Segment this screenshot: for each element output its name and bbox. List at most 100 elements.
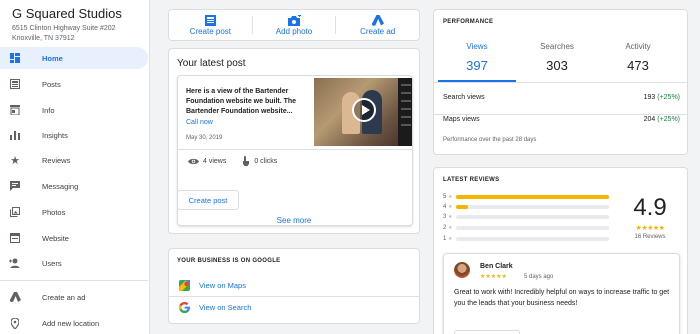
maps-views-value: 204 <box>643 116 656 123</box>
sidebar-item-website[interactable]: Website <box>0 227 148 249</box>
insights-bar-icon <box>0 130 30 140</box>
active-tab-indicator <box>438 80 516 82</box>
star-icon: ★ <box>448 225 453 231</box>
performance-card: PERFORMANCE Views 397 Searches 303 Activ… <box>433 9 688 155</box>
sidebar-item-label: Posts <box>42 79 61 89</box>
rating-bar-4: 4 ★ <box>443 203 609 211</box>
business-on-google-title: YOUR BUSINESS IS ON GOOGLE <box>177 258 281 264</box>
average-rating-stars: ★★★★★ <box>635 225 665 232</box>
google-maps-icon <box>177 279 191 291</box>
review-stars: ★★★★★ <box>480 274 507 280</box>
sidebar-item-label: Users <box>42 258 62 268</box>
post-date: May 30, 2019 <box>186 135 223 141</box>
add-photo-label: Add photo <box>275 27 313 36</box>
rating-bar-fill <box>456 195 609 199</box>
create-post-button[interactable]: Create post <box>177 190 239 210</box>
sidebar-item-photos[interactable]: Photos <box>0 201 148 223</box>
sidebar-item-insights[interactable]: Insights <box>0 124 148 146</box>
tab-value: 397 <box>466 58 488 73</box>
sidebar-item-add-location[interactable]: Add new location <box>0 312 148 334</box>
post-video-thumbnail[interactable] <box>314 78 412 146</box>
sidebar-item-label: Create an ad <box>42 292 86 302</box>
sidebar-item-home[interactable]: Home <box>0 47 148 69</box>
eye-icon <box>188 158 199 164</box>
rating-bar-3: 3 ★ <box>443 213 609 221</box>
star-icon: ★ <box>448 236 453 242</box>
post-call-now-link[interactable]: Call now <box>186 119 213 126</box>
sidebar-item-reviews[interactable]: ★ Reviews <box>0 149 148 171</box>
review-item: Ben Clark ★★★★★ 5 days ago Great to work… <box>443 253 680 334</box>
view-on-maps-link[interactable]: View on Maps <box>177 276 413 294</box>
review-text: Great to work with! Incredibly helpful o… <box>454 289 670 307</box>
tab-value: 303 <box>546 58 568 73</box>
tab-views[interactable]: Views 397 <box>439 42 515 73</box>
business-name: G Squared Studios <box>12 6 122 21</box>
message-icon <box>0 181 30 191</box>
business-address: 6515 Clinton Highway Suite #202 Knoxvill… <box>12 25 116 42</box>
view-on-maps-label: View on Maps <box>199 280 246 290</box>
star-icon: ★ <box>448 204 453 210</box>
add-photo-icon <box>287 14 301 27</box>
info-store-icon <box>0 105 30 115</box>
sidebar-item-label: Insights <box>42 130 68 140</box>
sidebar-item-posts[interactable]: Posts <box>0 73 148 95</box>
latest-post-card: Your latest post Here is a view of the B… <box>168 48 420 234</box>
rating-bar-1: 1 ★ <box>443 235 609 243</box>
tab-value: 473 <box>627 58 649 73</box>
post-stats: 4 views 0 clicks <box>188 156 293 166</box>
view-on-search-link[interactable]: View on Search <box>177 298 413 316</box>
business-on-google-card: YOUR BUSINESS IS ON GOOGLE View on Maps … <box>168 248 420 324</box>
performance-title: PERFORMANCE <box>443 19 494 25</box>
create-post-action[interactable]: Create post <box>169 10 252 40</box>
sidebar-item-label: Website <box>42 233 69 243</box>
search-views-label: Search views <box>443 94 485 101</box>
sidebar-item-label: Info <box>42 105 55 115</box>
google-ads-icon <box>0 292 30 302</box>
star-icon: ★ <box>448 214 453 220</box>
photos-icon <box>0 207 30 217</box>
touch-click-icon <box>243 156 250 166</box>
rating-bar-fill <box>456 205 469 209</box>
post-clicks: 0 clicks <box>254 157 278 165</box>
sidebar: G Squared Studios 6515 Clinton Highway S… <box>0 0 150 334</box>
review-time: 5 days ago <box>524 274 554 280</box>
post-text: Here is a view of the Bartender Foundati… <box>186 88 297 115</box>
star-icon: ★ <box>10 154 20 167</box>
home-dashboard-icon <box>0 53 30 63</box>
sidebar-item-label: Home <box>42 53 63 63</box>
bog-divider <box>169 296 419 297</box>
tab-searches[interactable]: Searches 303 <box>519 42 595 73</box>
see-more-link[interactable]: See more <box>169 216 419 225</box>
create-ad-label: Create ad <box>360 27 396 36</box>
rating-bar-5: 5 ★ <box>443 193 609 201</box>
tab-activity[interactable]: Activity 473 <box>600 42 676 73</box>
post-divider <box>178 149 412 150</box>
tab-label: Searches <box>540 42 574 51</box>
create-post-icon <box>204 14 216 27</box>
maps-views-change: (+25%) <box>657 116 680 123</box>
reply-button[interactable] <box>454 330 520 334</box>
quick-actions-card: Create post Add photo Create ad <box>168 9 420 41</box>
create-ad-action[interactable]: Create ad <box>336 10 419 40</box>
performance-divider <box>434 114 687 115</box>
latest-post-title: Your latest post <box>177 58 246 69</box>
add-photo-action[interactable]: Add photo <box>253 10 336 40</box>
sidebar-item-create-ad[interactable]: Create an ad <box>0 286 148 308</box>
reviewer-name: Ben Clark <box>480 263 513 270</box>
sidebar-item-info[interactable]: Info <box>0 99 148 121</box>
search-views-change: (+25%) <box>657 94 680 101</box>
sidebar-divider <box>0 280 148 281</box>
google-ads-icon <box>371 14 384 27</box>
sidebar-item-messaging[interactable]: Messaging <box>0 175 148 197</box>
sidebar-item-users[interactable]: Users <box>0 252 148 274</box>
average-rating: 4.9 <box>633 194 667 221</box>
tab-label: Activity <box>625 42 651 51</box>
play-icon[interactable] <box>352 98 376 122</box>
sidebar-item-label: Reviews <box>42 155 71 165</box>
review-count: 16 Reviews <box>634 234 666 240</box>
avatar <box>454 262 470 278</box>
maps-views-label: Maps views <box>443 116 480 123</box>
search-views-value: 193 <box>643 94 656 101</box>
sidebar-item-label: Messaging <box>42 181 79 191</box>
google-g-icon <box>177 301 191 313</box>
